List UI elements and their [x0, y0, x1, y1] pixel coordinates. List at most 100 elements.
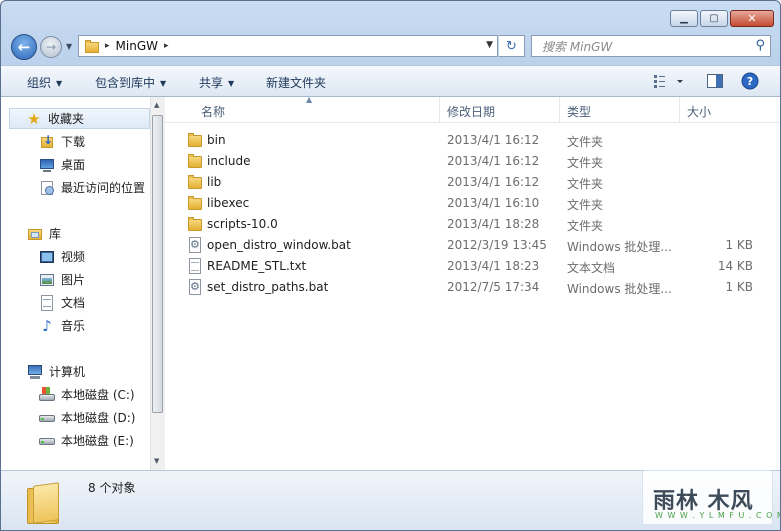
- file-date: 2013/4/1 16:10: [447, 196, 540, 210]
- column-divider[interactable]: [559, 97, 560, 122]
- documents-icon: [39, 294, 55, 311]
- nav-favorites[interactable]: ★ 收藏夹: [9, 108, 150, 129]
- libraries-icon: [27, 226, 43, 242]
- music-icon: ♪: [42, 316, 52, 335]
- search-input[interactable]: [540, 39, 744, 55]
- downloads-icon: [39, 134, 55, 150]
- file-type: 文本文档: [567, 261, 616, 275]
- column-divider[interactable]: [439, 97, 440, 122]
- close-button[interactable]: ✕: [730, 10, 774, 27]
- preview-pane-icon: [707, 74, 723, 88]
- file-size: 14 KB: [717, 259, 753, 273]
- scroll-down-arrow-icon[interactable]: ▼: [154, 457, 159, 465]
- column-date-modified[interactable]: 修改日期: [447, 103, 495, 120]
- maximize-button[interactable]: ▢: [700, 10, 728, 27]
- file-list-pane: ▲ 名称 修改日期 类型 大小 bin 2013/4/1 16:12 文件夹 i…: [165, 95, 780, 470]
- recent-places-icon: [39, 180, 55, 196]
- breadcrumb-mingw[interactable]: MinGW: [116, 39, 158, 53]
- view-options-button[interactable]: [653, 73, 685, 92]
- preview-pane-button[interactable]: [706, 73, 724, 92]
- refresh-button[interactable]: ↻: [499, 35, 525, 57]
- desktop-icon: [39, 157, 55, 173]
- chevron-down-icon: ▼: [160, 79, 167, 88]
- batch-file-icon: [187, 279, 203, 295]
- nav-label: 图片: [61, 273, 86, 287]
- svg-text:?: ?: [747, 75, 753, 88]
- file-row[interactable]: bin 2013/4/1 16:12 文件夹: [181, 130, 771, 151]
- search-box[interactable]: ⚲: [531, 35, 771, 57]
- batch-file-icon: [187, 237, 203, 253]
- address-bar[interactable]: ▸ MinGW ▸ ▼: [78, 35, 498, 57]
- breadcrumb-separator[interactable]: ▸: [105, 41, 110, 51]
- caption-buttons: ▁ ▢ ✕: [668, 10, 774, 27]
- system-drive-icon: [39, 386, 55, 403]
- file-date: 2012/3/19 13:45: [447, 238, 547, 252]
- file-row[interactable]: README_STL.txt 2013/4/1 18:23 文本文档 14 KB: [181, 256, 771, 277]
- back-button[interactable]: ←: [11, 34, 37, 60]
- file-date: 2013/4/1 18:28: [447, 217, 540, 231]
- file-date: 2013/4/1 16:12: [447, 175, 540, 189]
- file-row[interactable]: set_distro_paths.bat 2012/7/5 17:34 Wind…: [181, 277, 771, 298]
- file-name: README_STL.txt: [207, 259, 307, 273]
- file-type: 文件夹: [567, 219, 604, 233]
- scroll-up-arrow-icon[interactable]: ▲: [154, 101, 159, 109]
- minimize-button[interactable]: ▁: [670, 10, 698, 27]
- file-row[interactable]: include 2013/4/1 16:12 文件夹: [181, 151, 771, 172]
- back-arrow-icon: ←: [17, 38, 31, 56]
- file-name: bin: [207, 133, 226, 147]
- column-divider[interactable]: [679, 97, 680, 122]
- column-type[interactable]: 类型: [567, 103, 591, 120]
- nav-label: 本地磁盘 (E:): [61, 434, 134, 448]
- folder-icon: [187, 132, 203, 148]
- folder-icon: [187, 195, 203, 211]
- include-in-library-button[interactable]: 包含到库中 ▼: [95, 74, 166, 91]
- column-headers: ▲ 名称 修改日期 类型 大小: [165, 95, 780, 123]
- nav-label: 计算机: [49, 365, 86, 379]
- column-size[interactable]: 大小: [687, 103, 711, 120]
- file-date: 2013/4/1 18:23: [447, 259, 540, 273]
- file-name: libexec: [207, 196, 250, 210]
- scrollbar-thumb[interactable]: [152, 115, 163, 413]
- nav-scrollbar[interactable]: ▲ ▼: [150, 97, 165, 470]
- address-dropdown[interactable]: ▼: [486, 40, 493, 50]
- view-list-icon: [654, 75, 683, 88]
- file-row[interactable]: open_distro_window.bat 2012/3/19 13:45 W…: [181, 235, 771, 256]
- folder-icon: [187, 216, 203, 232]
- drive-icon: [39, 433, 55, 449]
- help-button[interactable]: ?: [741, 72, 759, 93]
- help-icon: ?: [741, 72, 759, 90]
- column-name[interactable]: 名称: [201, 103, 225, 120]
- breadcrumb-separator[interactable]: ▸: [164, 41, 169, 51]
- share-label: 共享: [199, 76, 224, 90]
- nav-label: 文档: [61, 296, 86, 310]
- recent-pages-dropdown[interactable]: ▼: [66, 42, 72, 51]
- nav-label: 视频: [61, 250, 86, 264]
- organize-button[interactable]: 组织 ▼: [27, 74, 62, 91]
- file-type: 文件夹: [567, 156, 604, 170]
- new-folder-button[interactable]: 新建文件夹: [266, 74, 326, 91]
- share-button[interactable]: 共享 ▼: [199, 74, 234, 91]
- chevron-down-icon: ▼: [56, 79, 63, 88]
- file-row[interactable]: libexec 2013/4/1 16:10 文件夹: [181, 193, 771, 214]
- nav-label: 下载: [61, 135, 86, 149]
- drive-icon: [39, 410, 55, 426]
- forward-button[interactable]: →: [40, 36, 62, 58]
- sort-ascending-icon: ▲: [306, 95, 313, 104]
- nav-label: 音乐: [61, 319, 86, 333]
- nav-label: 收藏夹: [48, 112, 85, 126]
- file-type: 文件夹: [567, 198, 604, 212]
- file-size: 1 KB: [725, 280, 753, 294]
- pictures-icon: [39, 272, 55, 288]
- file-row[interactable]: lib 2013/4/1 16:12 文件夹: [181, 172, 771, 193]
- watermark-url: W W W . Y L M F U . C O M: [655, 511, 781, 520]
- file-row[interactable]: scripts-10.0 2013/4/1 18:28 文件夹: [181, 214, 771, 235]
- nav-label: 桌面: [61, 158, 86, 172]
- organize-label: 组织: [27, 76, 52, 90]
- file-size: 1 KB: [725, 238, 753, 252]
- file-type: 文件夹: [567, 177, 604, 191]
- folder-icon: [23, 480, 67, 524]
- text-file-icon: [187, 258, 203, 274]
- file-date: 2013/4/1 16:12: [447, 133, 540, 147]
- search-icon[interactable]: ⚲: [755, 38, 765, 53]
- file-name: set_distro_paths.bat: [207, 280, 329, 294]
